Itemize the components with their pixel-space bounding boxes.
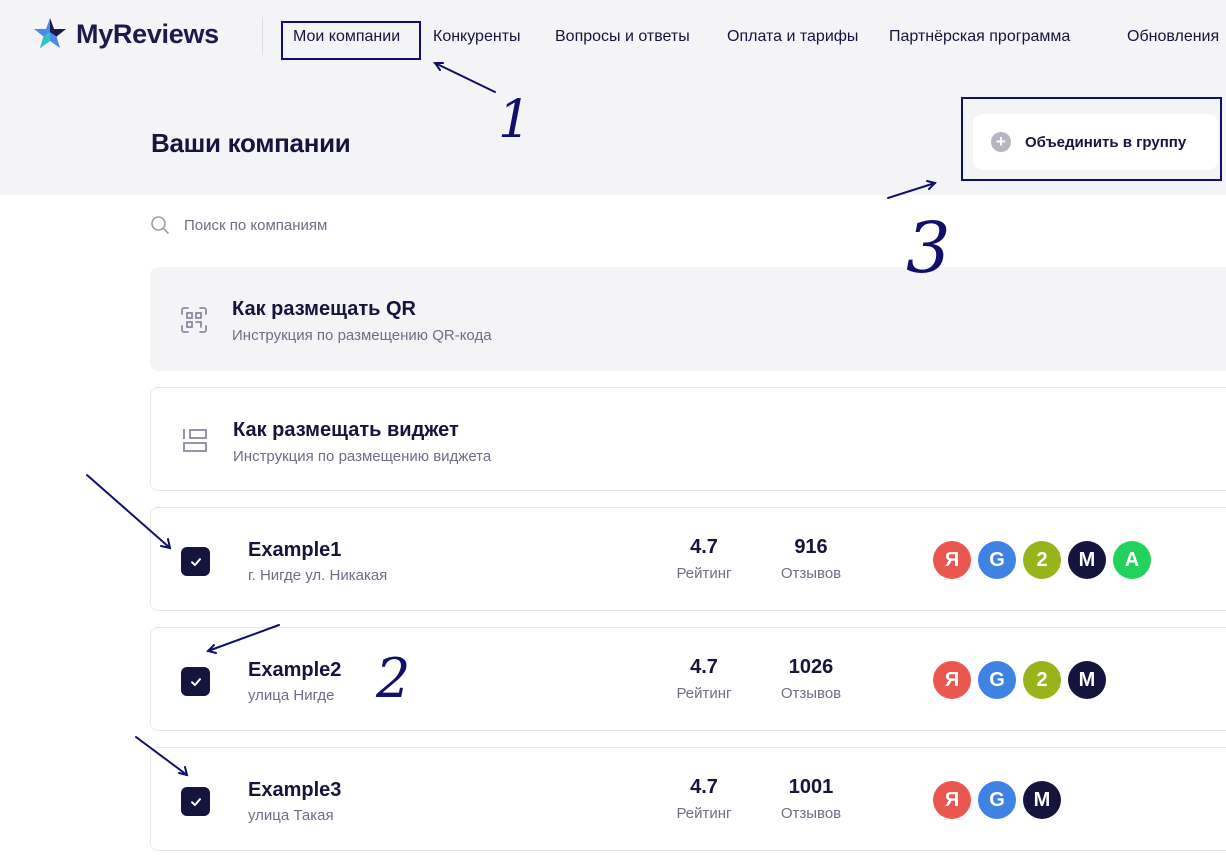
reviews-label: Отзывов [780,685,842,702]
rating-value: 4.7 [690,656,718,678]
checkmark-icon [190,797,201,806]
company-name: Example2 [248,659,342,681]
reviews-label: Отзывов [780,565,842,582]
platform-badge[interactable]: M [1023,781,1061,819]
rating-value: 4.7 [690,536,718,558]
info-card-widget[interactable]: Как размещать виджет Инструкция по разме… [150,387,1226,491]
platform-badge[interactable]: Я [933,781,971,819]
info-card-qr[interactable]: Как размещать QR Инструкция по размещени… [150,267,1226,371]
reviews-value: 1026 [788,656,834,678]
logo[interactable]: MyReviews [32,16,219,52]
nav-updates[interactable]: Обновления [1127,28,1219,46]
platform-badge[interactable]: G [978,661,1016,699]
annotation-box-nav [281,21,421,60]
company-checkbox[interactable] [181,667,210,696]
info-card-title: Как размещать виджет [233,419,459,441]
reviews-value: 916 [794,536,828,558]
checkmark-icon [190,557,201,566]
nav-payment-tariffs[interactable]: Оплата и тарифы [727,28,858,46]
reviews-stat: 1001 Отзывов [766,776,856,822]
checkmark-icon [190,677,201,686]
company-checkbox[interactable] [181,547,210,576]
platform-badge[interactable]: M [1068,661,1106,699]
platform-badge[interactable]: A [1113,541,1151,579]
nav-partner-program[interactable]: Партнёрская программа [889,28,1070,46]
rating-label: Рейтинг [676,805,732,822]
header-divider [262,17,263,55]
platform-badge[interactable]: 2 [1023,541,1061,579]
reviews-label: Отзывов [780,805,842,822]
reviews-stat: 1026 Отзывов [766,656,856,702]
search-icon [151,216,169,234]
page-title: Ваши компании [151,128,351,158]
rating-label: Рейтинг [676,565,732,582]
company-name: Example3 [248,779,342,801]
platform-badges: ЯG2MA [933,541,1158,579]
platform-badges: ЯGM [933,781,1068,819]
search-input[interactable] [184,216,524,234]
platform-badge[interactable]: G [978,541,1016,579]
company-row[interactable]: Example3 улица Такая 4.7 Рейтинг 1001 От… [150,747,1226,851]
rating-stat: 4.7 Рейтинг [659,656,749,702]
rating-label: Рейтинг [676,685,732,702]
qr-code-icon [181,307,207,333]
company-row[interactable]: Example2 улица Нигде 4.7 Рейтинг 1026 От… [150,627,1226,731]
info-card-title: Как размещать QR [232,298,416,320]
widget-layout-icon [183,429,207,452]
nav-competitors[interactable]: Конкуренты [433,28,521,46]
merge-group-button[interactable]: + Объединить в группу [973,114,1218,170]
company-name: Example1 [248,539,342,561]
header: MyReviews Мои компании Конкуренты Вопрос… [0,0,1226,75]
plus-circle-icon: + [991,132,1011,152]
rating-stat: 4.7 Рейтинг [659,536,749,582]
info-card-subtitle: Инструкция по размещению виджета [233,448,492,465]
company-row[interactable]: Example1 г. Нигде ул. Никакая 4.7 Рейтин… [150,507,1226,611]
logo-text: MyReviews [76,18,219,49]
search-bar [150,212,550,238]
platform-badges: ЯG2M [933,661,1113,699]
platform-badge[interactable]: M [1068,541,1106,579]
company-address: улица Такая [248,807,334,824]
merge-group-label: Объединить в группу [1025,133,1187,151]
platform-badge[interactable]: 2 [1023,661,1061,699]
platform-badge[interactable]: Я [933,541,971,579]
star-logo-icon [34,18,66,48]
nav-questions-answers[interactable]: Вопросы и ответы [555,28,690,46]
company-address: г. Нигде ул. Никакая [248,567,388,584]
company-address: улица Нигде [248,687,335,704]
reviews-value: 1001 [788,776,834,798]
platform-badge[interactable]: Я [933,661,971,699]
rating-value: 4.7 [690,776,718,798]
reviews-stat: 916 Отзывов [766,536,856,582]
rating-stat: 4.7 Рейтинг [659,776,749,822]
platform-badge[interactable]: G [978,781,1016,819]
company-checkbox[interactable] [181,787,210,816]
info-card-subtitle: Инструкция по размещению QR-кода [232,327,492,344]
